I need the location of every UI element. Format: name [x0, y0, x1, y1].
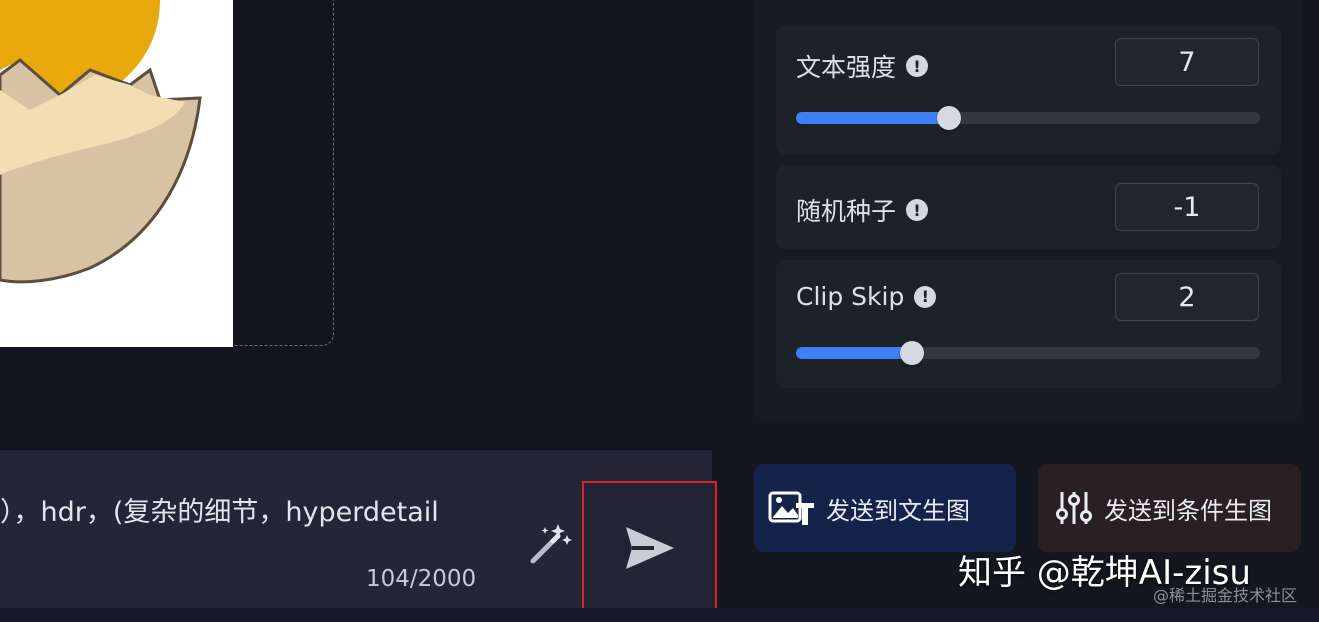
egg-illustration — [0, 0, 202, 284]
param-card-seed: 随机种子 ! -1 — [776, 166, 1281, 249]
bottom-strip — [0, 608, 1319, 622]
sliders-icon — [1056, 492, 1092, 524]
text-strength-input[interactable]: 7 — [1115, 38, 1259, 86]
param-label: 随机种子 ! — [796, 192, 929, 228]
slider-thumb[interactable] — [937, 106, 962, 130]
magic-wand-icon[interactable] — [527, 521, 573, 567]
send-to-txt2img-label: 发送到文生图 — [826, 496, 970, 525]
param-label-text: 随机种子 — [796, 197, 897, 226]
param-label-text: Clip Skip — [796, 282, 905, 311]
param-label-text: 文本强度 — [796, 53, 897, 82]
prompt-text[interactable]: ），hdr，(复杂的细节，hyperdetail — [0, 490, 439, 529]
param-label: 文本强度 ! — [796, 48, 929, 84]
slider-fill — [796, 112, 950, 124]
info-icon[interactable]: ! — [906, 55, 929, 77]
image-text-icon — [768, 491, 814, 525]
send-icon — [625, 526, 674, 569]
char-count: 104/2000 — [366, 566, 477, 592]
info-icon[interactable]: ! — [906, 199, 929, 221]
slider-thumb[interactable] — [900, 341, 924, 365]
clip-skip-slider[interactable] — [796, 341, 1260, 365]
send-to-cond-label: 发送到条件生图 — [1104, 496, 1272, 525]
param-label: Clip Skip ! — [796, 282, 937, 311]
text-strength-slider[interactable] — [796, 106, 1260, 130]
seed-input[interactable]: -1 — [1115, 183, 1259, 231]
preview-image — [0, 0, 233, 347]
slider-fill — [796, 347, 912, 359]
watermark-small: @稀土掘金技术社区 — [1152, 586, 1297, 605]
send-button[interactable] — [582, 481, 717, 614]
param-card-text-strength: 文本强度 ! 7 — [776, 26, 1281, 154]
param-card-clip-skip: Clip Skip ! 2 — [776, 260, 1281, 388]
clip-skip-input[interactable]: 2 — [1115, 273, 1259, 321]
info-icon[interactable]: ! — [914, 285, 937, 308]
send-to-cond-button[interactable]: 发送到条件生图 — [1038, 464, 1301, 552]
send-to-txt2img-button[interactable]: 发送到文生图 — [754, 464, 1016, 552]
